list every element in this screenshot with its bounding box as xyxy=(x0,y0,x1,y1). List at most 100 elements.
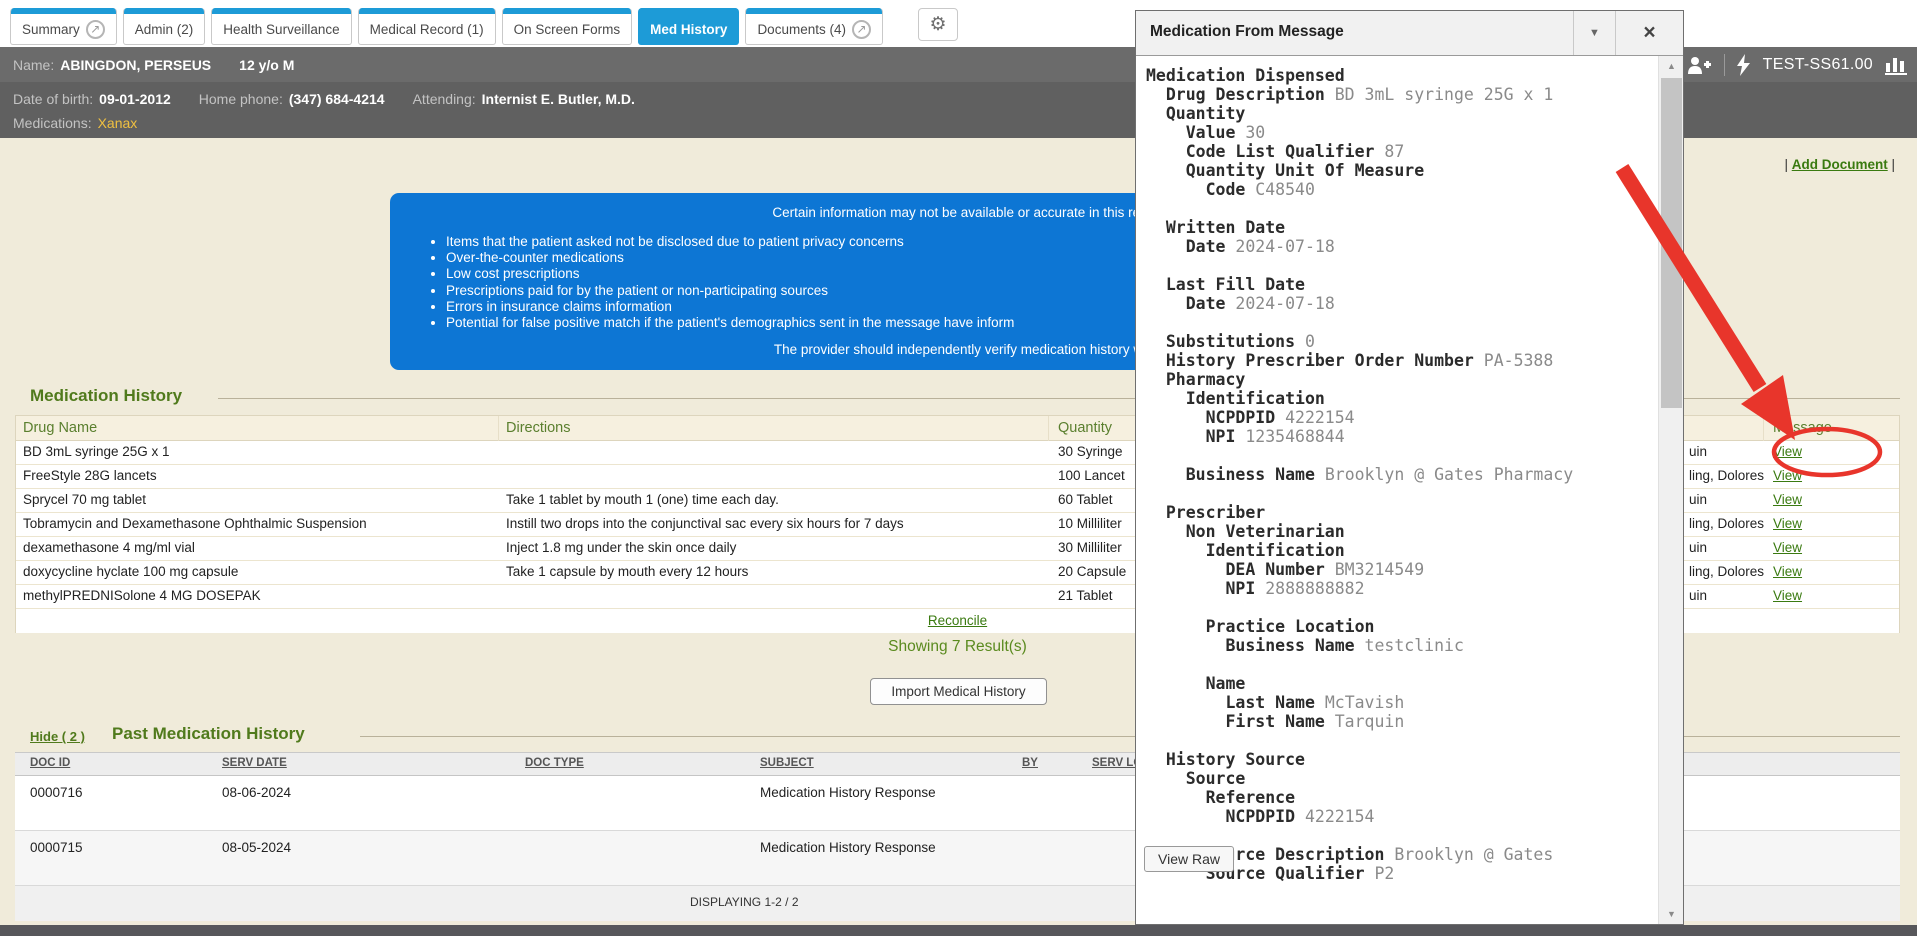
scroll-down-arrow[interactable]: ▼ xyxy=(1659,904,1683,924)
message-line-value: 2024-07-18 xyxy=(1225,294,1334,313)
subject-cell: Medication History Response xyxy=(760,785,936,800)
directions-cell: Instill two drops into the conjunctival … xyxy=(506,516,904,531)
view-message-link[interactable]: View xyxy=(1773,564,1802,579)
message-line xyxy=(1146,256,1573,275)
message-line: NPI 1235468844 xyxy=(1146,427,1573,446)
scroll-up-arrow[interactable]: ▲ xyxy=(1659,56,1683,76)
message-line: Non Veterinarian xyxy=(1146,522,1573,541)
reconcile-link[interactable]: Reconcile xyxy=(928,613,987,628)
import-medical-history-button[interactable]: Import Medical History xyxy=(870,678,1047,705)
tab-documents-4-[interactable]: Documents (4)↗ xyxy=(745,8,883,45)
view-message-link[interactable]: View xyxy=(1773,468,1802,483)
message-line: Business Name testclinic xyxy=(1146,636,1573,655)
message-line xyxy=(1146,313,1573,332)
message-line-label: Last Fill Date xyxy=(1146,275,1305,294)
hide-past-history-link[interactable]: Hide ( 2 ) xyxy=(30,729,85,744)
message-line-value: testclinic xyxy=(1355,636,1464,655)
tab-body: Health Surveillance xyxy=(212,14,350,44)
message-line-value: BM3214549 xyxy=(1325,560,1424,579)
tab-admin-2-[interactable]: Admin (2) xyxy=(123,8,206,45)
dialog-title: Medication From Message xyxy=(1150,23,1344,41)
message-line-label: Business Name xyxy=(1146,636,1355,655)
settings-button[interactable]: ⚙ xyxy=(918,8,958,41)
view-message-link[interactable]: View xyxy=(1773,492,1802,507)
lightning-icon[interactable] xyxy=(1737,54,1751,76)
view-message-link[interactable]: View xyxy=(1773,588,1802,603)
tab-med-history[interactable]: Med History xyxy=(638,8,739,45)
dialog-close-button[interactable]: × xyxy=(1615,11,1683,55)
message-line-label: Code xyxy=(1146,180,1245,199)
pipe-left: | xyxy=(1784,157,1788,172)
past-column-header[interactable]: DOC ID xyxy=(30,757,70,769)
message-line: Substitutions 0 xyxy=(1146,332,1573,351)
tab-strip: Summary↗Admin (2)Health Surveillance Medi… xyxy=(10,8,883,45)
message-line xyxy=(1146,484,1573,503)
close-icon: × xyxy=(1643,21,1655,45)
message-line-value: 1235468844 xyxy=(1235,427,1344,446)
message-line-value: 30 xyxy=(1235,123,1265,142)
message-line-value: BD 3mL syringe 25G x 1 xyxy=(1325,85,1553,104)
message-line: Date 2024-07-18 xyxy=(1146,294,1573,313)
message-line: Identification xyxy=(1146,541,1573,560)
message-line-value: 0 xyxy=(1295,332,1315,351)
prescriber-fragment: uin xyxy=(1689,588,1707,603)
message-line: Written Date xyxy=(1146,218,1573,237)
message-line xyxy=(1146,731,1573,750)
drug-name-cell: BD 3mL syringe 25G x 1 xyxy=(23,444,170,459)
past-column-header[interactable]: BY xyxy=(1022,757,1038,769)
message-line-label: Date xyxy=(1146,237,1225,256)
message-line-label: Drug Description xyxy=(1146,85,1325,104)
scrollbar-thumb[interactable] xyxy=(1661,78,1682,408)
patient-medications[interactable]: Xanax xyxy=(98,115,138,131)
divider xyxy=(1724,54,1725,76)
message-line-value: PA-5388 xyxy=(1474,351,1553,370)
environment-name: TEST-SS61.00 xyxy=(1763,56,1873,74)
med-column-header: Directions xyxy=(506,420,570,436)
prescriber-fragment: ling, Dolores xyxy=(1689,564,1764,579)
message-line: Medication Dispensed xyxy=(1146,66,1573,85)
message-line: DEA Number BM3214549 xyxy=(1146,560,1573,579)
dialog-scrollbar[interactable]: ▲ ▼ xyxy=(1658,56,1683,924)
open-popout-icon[interactable]: ↗ xyxy=(86,20,105,39)
message-line: Identification xyxy=(1146,389,1573,408)
past-column-header[interactable]: DOC TYPE xyxy=(525,757,584,769)
message-line-label: NPI xyxy=(1146,579,1255,598)
name-label: Name: xyxy=(13,57,54,73)
message-line: Reference xyxy=(1146,788,1573,807)
view-message-link[interactable]: View xyxy=(1773,540,1802,555)
directions-cell: Inject 1.8 mg under the skin once daily xyxy=(506,540,736,555)
message-line: Pharmacy xyxy=(1146,370,1573,389)
serv-date-cell: 08-06-2024 xyxy=(222,785,291,800)
quantity-cell: 21 Tablet xyxy=(1058,588,1113,603)
add-user-icon[interactable] xyxy=(1686,55,1712,75)
add-document-link[interactable]: Add Document xyxy=(1792,157,1888,172)
message-line: Last Fill Date xyxy=(1146,275,1573,294)
message-line: History Prescriber Order Number PA-5388 xyxy=(1146,351,1573,370)
message-line: Prescriber xyxy=(1146,503,1573,522)
view-message-link[interactable]: View xyxy=(1773,444,1802,459)
past-column-header[interactable]: SUBJECT xyxy=(760,757,814,769)
tab-body: Documents (4)↗ xyxy=(746,14,882,44)
view-message-link[interactable]: View xyxy=(1773,516,1802,531)
message-line-label: Business Name xyxy=(1146,465,1315,484)
message-line-label: History Prescriber Order Number xyxy=(1146,351,1474,370)
tab-body: Med History xyxy=(639,14,738,44)
message-line-label: Written Date xyxy=(1146,218,1285,237)
dialog-collapse-button[interactable]: ▼ xyxy=(1573,11,1615,55)
message-line: Last Name McTavish xyxy=(1146,693,1573,712)
prescriber-fragment: uin xyxy=(1689,492,1707,507)
message-line-label: Pharmacy xyxy=(1146,370,1245,389)
message-line-label: Value xyxy=(1146,123,1235,142)
past-column-header[interactable]: SERV DATE xyxy=(222,757,287,769)
tab-medical-record-1-[interactable]: Medical Record (1) xyxy=(358,8,496,45)
subject-cell: Medication History Response xyxy=(760,840,936,855)
tab-summary[interactable]: Summary↗ xyxy=(10,8,117,45)
drug-name-cell: Sprycel 70 mg tablet xyxy=(23,492,146,507)
view-raw-button[interactable]: View Raw xyxy=(1144,846,1234,872)
open-popout-icon[interactable]: ↗ xyxy=(852,20,871,39)
tab-label: On Screen Forms xyxy=(514,22,621,37)
chart-icon[interactable] xyxy=(1885,55,1907,75)
tab-body: Summary↗ xyxy=(11,14,116,44)
tab-health-surveillance[interactable]: Health Surveillance xyxy=(211,8,351,45)
tab-on-screen-forms[interactable]: On Screen Forms xyxy=(502,8,633,45)
